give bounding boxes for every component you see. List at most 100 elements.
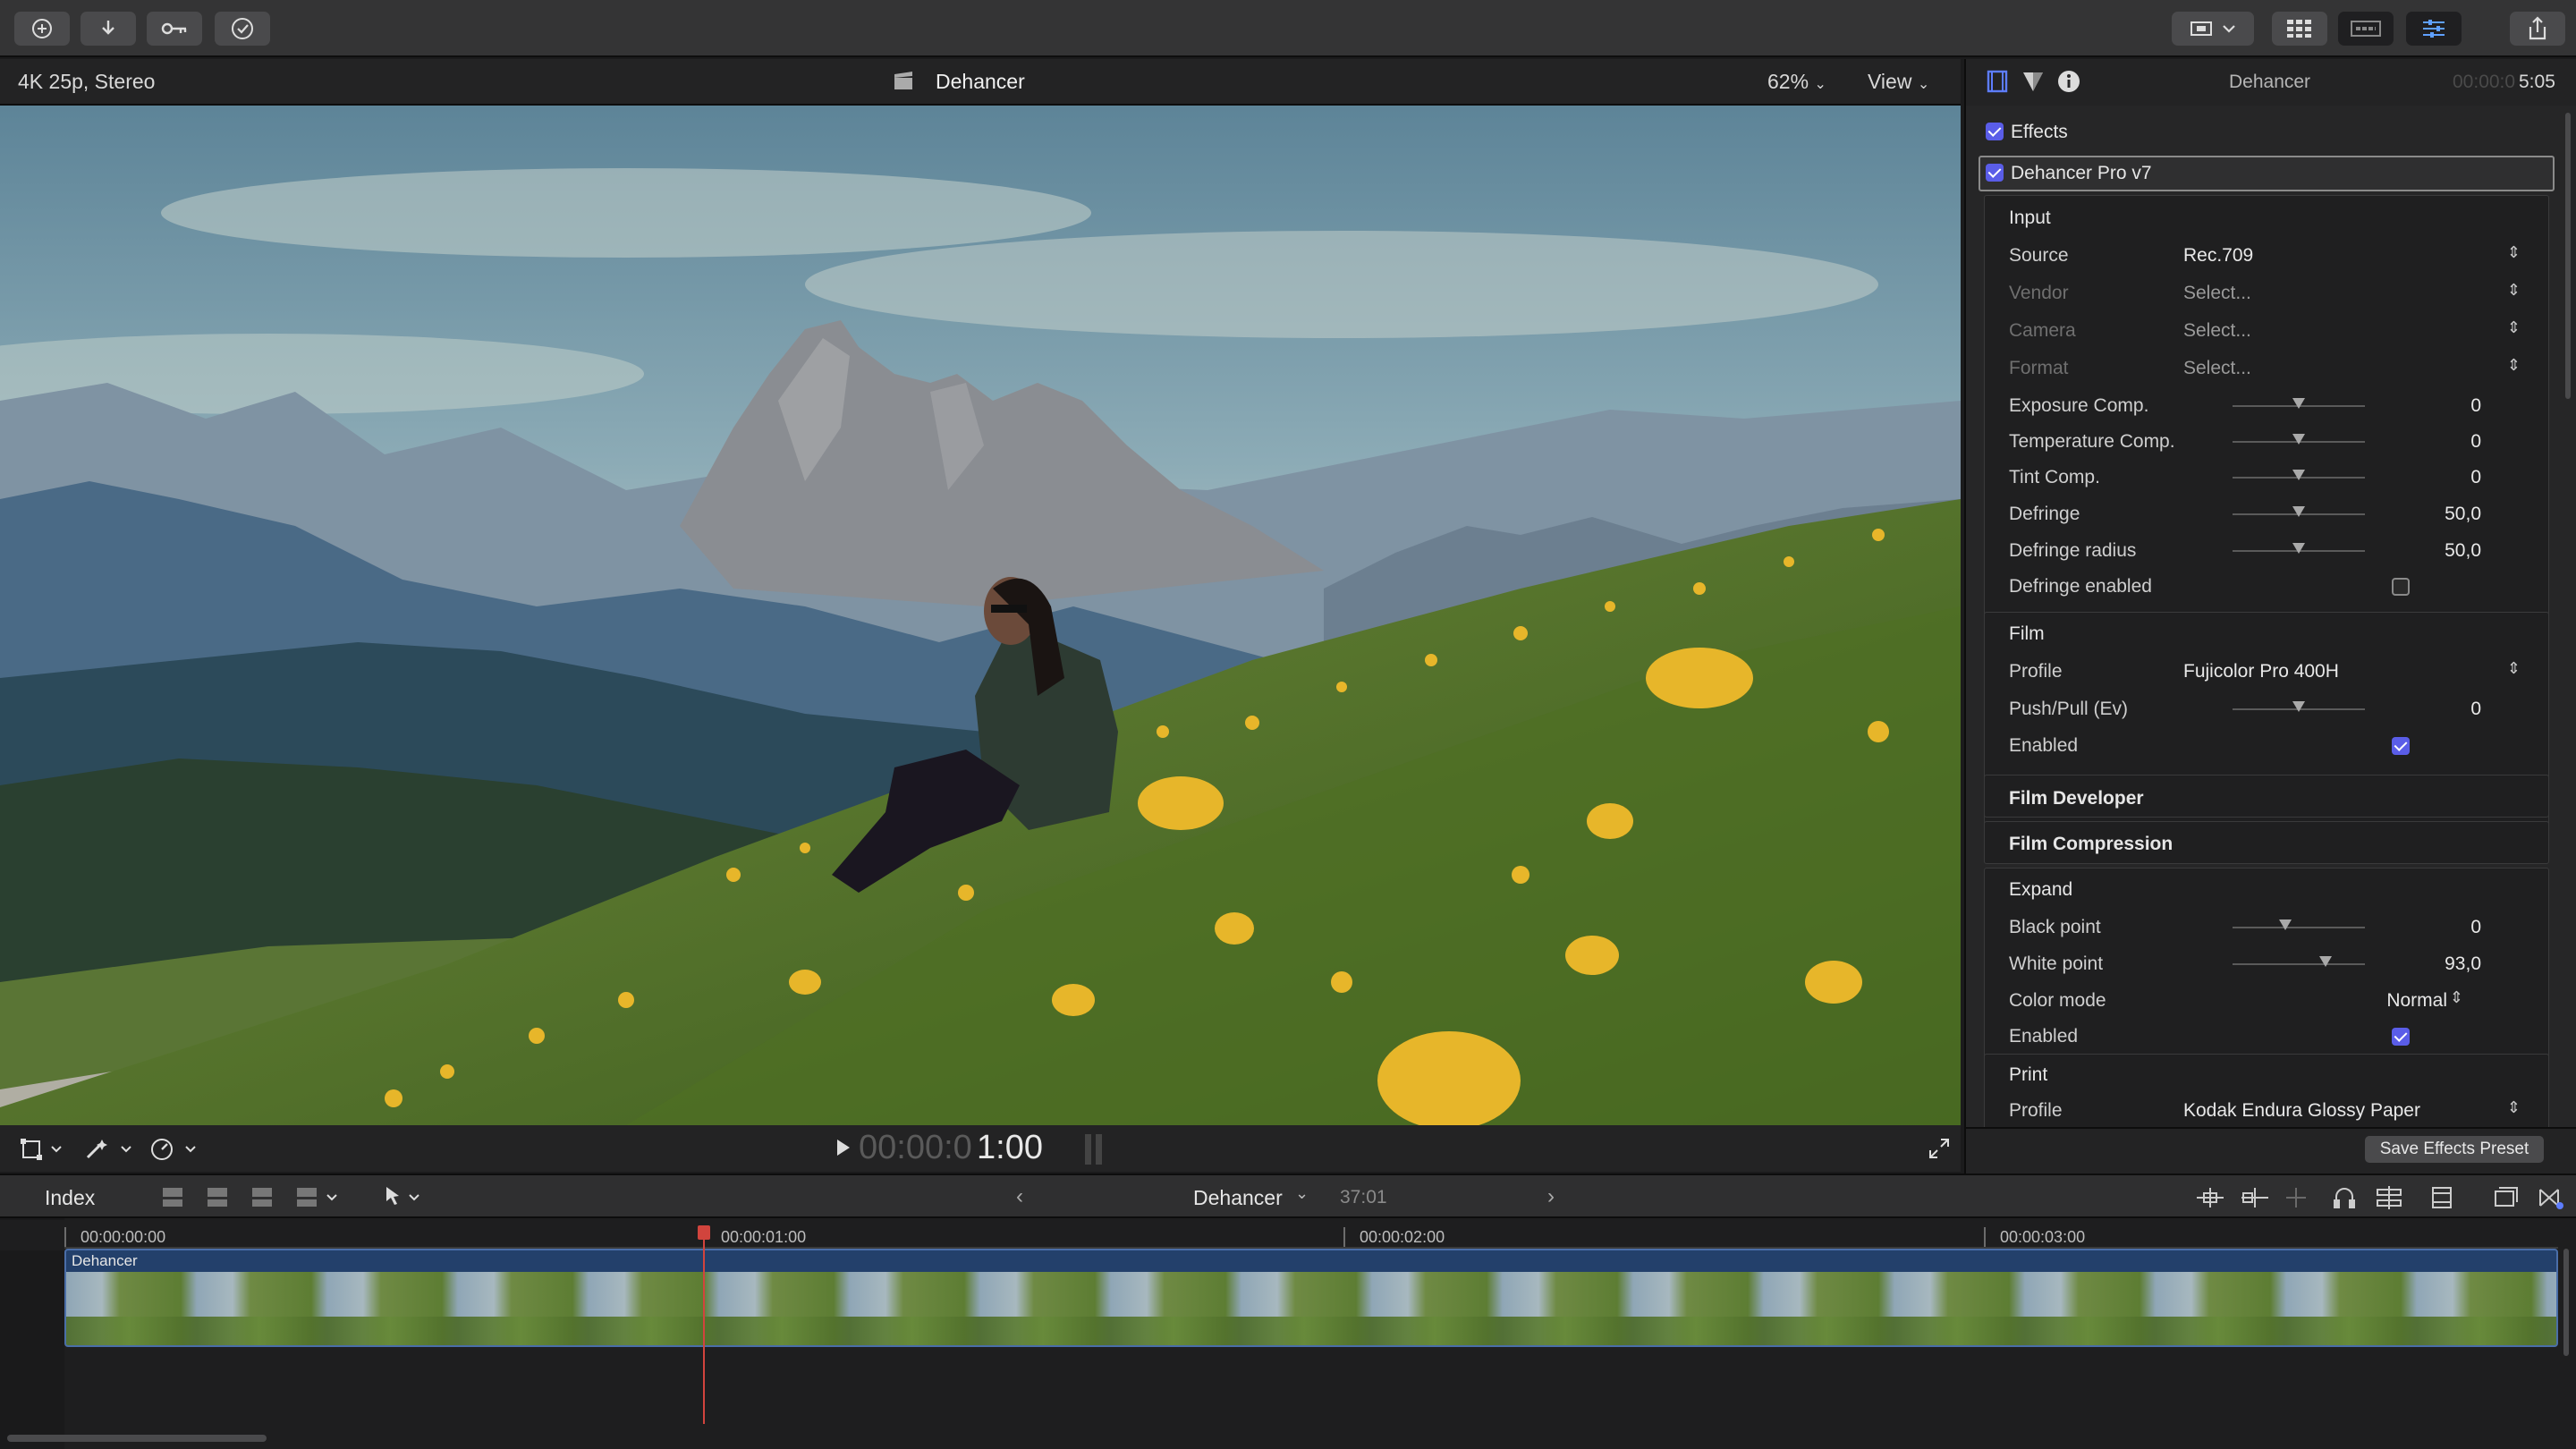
fullscreen-icon[interactable]: [1928, 1138, 1950, 1164]
index-button[interactable]: Index: [45, 1186, 95, 1210]
updown-icon: ⇕: [2449, 988, 2463, 1006]
inspector-icon[interactable]: [2406, 12, 2462, 46]
print-profile-row[interactable]: Profile Kodak Endura Glossy Paper ⇕: [2009, 1093, 2546, 1129]
timeline-project-name[interactable]: Dehancer: [1193, 1186, 1283, 1210]
timeline-clip[interactable]: Dehancer: [64, 1249, 2558, 1347]
black-point-row: Black point 0: [2009, 910, 2546, 945]
pushpull-value[interactable]: 0: [2470, 699, 2481, 720]
black-point-value[interactable]: 0: [2470, 917, 2481, 938]
temperature-slider[interactable]: [2233, 434, 2365, 445]
tint-label: Tint Comp.: [2009, 467, 2100, 487]
defringe-radius-value[interactable]: 50,0: [2445, 540, 2481, 562]
updown-icon: ⇕: [2506, 318, 2521, 336]
inspector-title: Dehancer: [2229, 72, 2311, 92]
expand-enabled-checkbox[interactable]: [2392, 1028, 2410, 1046]
updown-icon: ⇕: [2506, 1098, 2521, 1116]
slider-knob[interactable]: [2292, 701, 2305, 712]
slider-knob[interactable]: [2279, 919, 2292, 930]
info-icon[interactable]: [2057, 70, 2080, 97]
viewer-playbar: 00:00:0 1:00: [0, 1125, 1961, 1172]
browser-icon[interactable]: [2272, 12, 2327, 46]
transform-tool-icon[interactable]: [20, 1138, 66, 1165]
timeline-vscrollbar[interactable]: [2563, 1249, 2569, 1356]
timeline-scrollbar[interactable]: [7, 1435, 267, 1442]
chevron-down-icon: ⌄: [1814, 77, 1826, 92]
video-inspector-icon[interactable]: [1986, 70, 2009, 97]
timeline-ruler[interactable]: [0, 1220, 2576, 1250]
format-value: Select...: [2183, 358, 2251, 378]
white-point-slider[interactable]: [2233, 956, 2365, 967]
slider-knob[interactable]: [2318, 956, 2332, 967]
black-point-label: Black point: [2009, 917, 2101, 937]
timeline-right-icons[interactable]: [2193, 1184, 2569, 1216]
zoom-menu[interactable]: 62% ⌄: [1767, 70, 1826, 94]
defringe-enabled-checkbox[interactable]: [2392, 578, 2410, 596]
inspector-scrollbar[interactable]: [2565, 113, 2571, 399]
display-icon[interactable]: [2172, 12, 2254, 46]
temperature-value[interactable]: 0: [2470, 431, 2481, 453]
back-arrow-icon[interactable]: ‹: [1016, 1184, 1023, 1209]
slider-knob[interactable]: [2292, 543, 2305, 554]
defringe-value[interactable]: 50,0: [2445, 504, 2481, 525]
import-icon[interactable]: [80, 12, 136, 46]
play-icon[interactable]: [835, 1138, 852, 1162]
add-icon[interactable]: [14, 12, 70, 46]
tint-slider[interactable]: [2233, 470, 2365, 480]
enhance-tool-icon[interactable]: [84, 1138, 136, 1165]
view-label: View: [1868, 70, 1912, 93]
clapper-icon: [893, 70, 914, 91]
section-title-film-compression[interactable]: Film Compression: [2009, 834, 2173, 855]
slider-knob[interactable]: [2292, 398, 2305, 409]
timeline-index-icon[interactable]: [2338, 12, 2394, 46]
view-menu[interactable]: View ⌄: [1868, 70, 1929, 94]
camera-row[interactable]: Camera Select... ⇕: [2009, 313, 2546, 349]
film-enabled-checkbox[interactable]: [2392, 737, 2410, 755]
playhead[interactable]: [703, 1227, 705, 1424]
defringe-row: Defringe 50,0: [2009, 496, 2546, 532]
film-profile-row[interactable]: Profile Fujicolor Pro 400H ⇕: [2009, 654, 2546, 690]
tint-value[interactable]: 0: [2470, 467, 2481, 488]
color-mode-value[interactable]: Normal: [2386, 990, 2447, 1012]
playhead-handle[interactable]: [698, 1225, 710, 1240]
save-effects-preset-button[interactable]: Save Effects Preset: [2365, 1136, 2544, 1163]
effect-enabled-checkbox[interactable]: [1986, 164, 2004, 182]
format-row[interactable]: Format Select... ⇕: [2009, 351, 2546, 386]
select-tool-icon[interactable]: [383, 1184, 428, 1214]
color-mode-label: Color mode: [2009, 990, 2106, 1011]
slider-knob[interactable]: [2292, 506, 2305, 517]
slider-knob[interactable]: [2292, 470, 2305, 480]
pushpull-row: Push/Pull (Ev) 0: [2009, 691, 2546, 727]
append-clip-icons[interactable]: [159, 1184, 347, 1214]
vendor-label: Vendor: [2009, 283, 2069, 303]
ruler-tick: [1984, 1227, 1986, 1247]
source-row[interactable]: Source Rec.709 ⇕: [2009, 238, 2546, 274]
share-icon[interactable]: [2510, 12, 2565, 46]
speed-tool-icon[interactable]: [150, 1138, 202, 1165]
section-title-film-developer[interactable]: Film Developer: [2009, 788, 2144, 809]
effects-checkbox[interactable]: [1986, 123, 2004, 140]
chevron-down-icon[interactable]: ⌄: [1295, 1184, 1309, 1203]
exposure-value[interactable]: 0: [2470, 395, 2481, 417]
white-point-value[interactable]: 93,0: [2445, 953, 2481, 975]
defringe-enabled-label: Defringe enabled: [2009, 576, 2152, 597]
vendor-row[interactable]: Vendor Select... ⇕: [2009, 275, 2546, 311]
black-point-slider[interactable]: [2233, 919, 2365, 930]
inspector-duration-dim: 00:00:0: [2453, 72, 2516, 92]
clip-filmstrip-grass: [66, 1317, 2556, 1345]
slider-knob[interactable]: [2292, 434, 2305, 445]
pushpull-slider[interactable]: [2233, 701, 2365, 712]
defringe-slider[interactable]: [2233, 506, 2365, 517]
color-inspector-icon[interactable]: [2021, 70, 2045, 97]
updown-icon: ⇕: [2506, 243, 2521, 261]
forward-arrow-icon[interactable]: ›: [1547, 1184, 1555, 1209]
viewer-project-title: Dehancer: [936, 70, 1025, 93]
defringe-radius-slider[interactable]: [2233, 543, 2365, 554]
exposure-slider[interactable]: [2233, 398, 2365, 409]
color-mode-row[interactable]: Color mode Normal ⇕: [2009, 983, 2546, 1019]
keyword-icon[interactable]: [147, 12, 202, 46]
check-icon[interactable]: [215, 12, 270, 46]
inspector-header: Dehancer 00:00:0 5:05: [1966, 59, 2576, 106]
camera-value: Select...: [2183, 320, 2251, 341]
defringe-label: Defringe: [2009, 504, 2080, 524]
viewer-frame[interactable]: [0, 106, 1961, 1125]
